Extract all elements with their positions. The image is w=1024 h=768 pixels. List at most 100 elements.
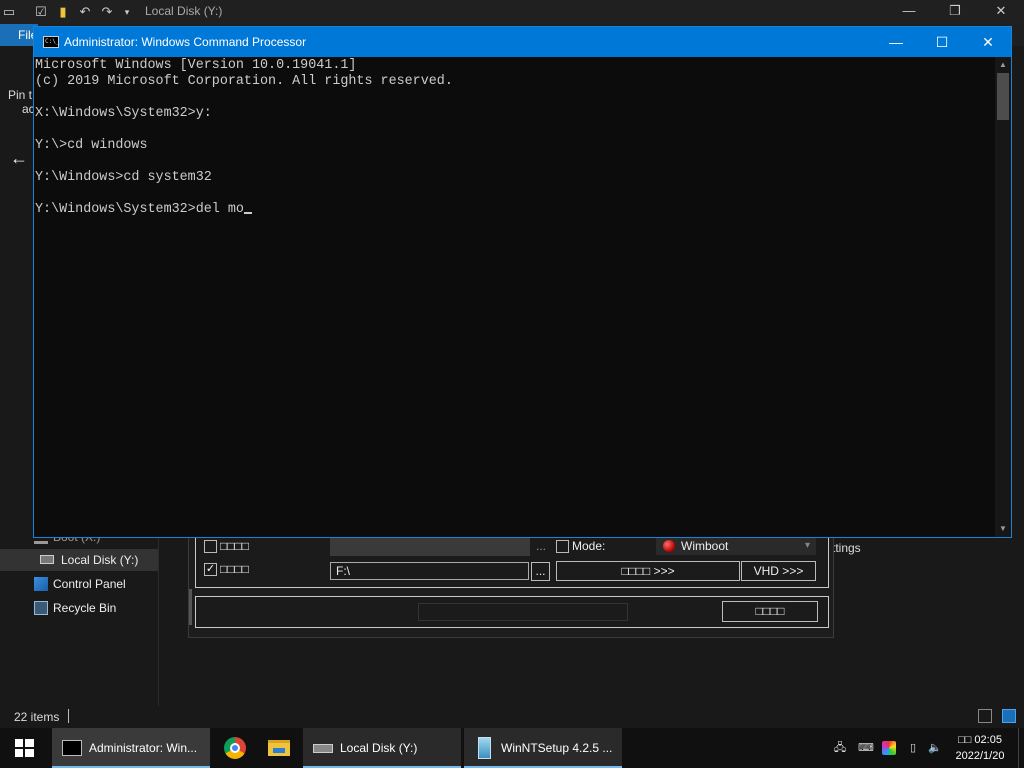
- setup-footer-group: □□□□: [195, 596, 829, 628]
- nav-item-label: Recycle Bin: [53, 601, 117, 615]
- cmd-close-button[interactable]: ✕: [965, 27, 1011, 57]
- clock-time: □□ 02:05: [958, 734, 1002, 746]
- nav-item-recycle-bin[interactable]: Recycle Bin: [0, 597, 158, 619]
- cmd-minimize-button[interactable]: —: [873, 27, 919, 57]
- console-line: Y:\>cd windows: [35, 138, 148, 153]
- show-desktop-button[interactable]: [1018, 728, 1024, 768]
- taskbar-app-winntsetup[interactable]: WinNTSetup 4.2.5 ...: [464, 728, 622, 768]
- vhd-button[interactable]: VHD >>>: [741, 561, 816, 581]
- option1-path-field: [330, 538, 530, 556]
- scrollbar-thumb[interactable]: [997, 73, 1009, 120]
- pin-to-quick-access-label[interactable]: Pin t ac: [8, 88, 35, 116]
- usb-drive-icon[interactable]: ▯: [906, 741, 920, 755]
- explorer-close-button[interactable]: ✕: [978, 0, 1024, 24]
- windows-logo-pane: [25, 749, 34, 757]
- pane-divider[interactable]: [158, 520, 159, 708]
- taskbar-app-label: Local Disk (Y:): [340, 741, 418, 755]
- console-input-line[interactable]: Y:\Windows\System32>del mo: [35, 202, 252, 218]
- mode-value: Wimboot: [681, 539, 729, 553]
- nav-item-label: Control Panel: [53, 577, 126, 591]
- cmd-icon[interactable]: C:\_: [43, 36, 59, 48]
- scroll-up-arrow-icon[interactable]: ▲: [995, 57, 1011, 73]
- item-count: 22 items: [14, 710, 60, 724]
- console-output[interactable]: Microsoft Windows [Version 10.0.19041.1]…: [34, 57, 995, 537]
- network-icon[interactable]: 🖧: [833, 741, 847, 755]
- nav-item-label: Local Disk (Y:): [61, 553, 139, 567]
- scroll-down-arrow-icon[interactable]: ▼: [995, 521, 1011, 537]
- keyboard-icon[interactable]: ⌨: [858, 741, 874, 755]
- option1-label: □□□□: [220, 539, 249, 553]
- taskbar: Administrator: Win... Local Disk (Y:) Wi…: [0, 728, 1024, 768]
- undo-icon[interactable]: ↶: [77, 4, 93, 20]
- system-clock[interactable]: □□ 02:05 2022/1/20: [950, 732, 1010, 764]
- color-app-icon[interactable]: [882, 741, 896, 755]
- option1-browse-button[interactable]: ...: [532, 538, 550, 556]
- settings-text-fragment: ttings: [832, 541, 861, 555]
- folder-icon-band: [273, 748, 285, 753]
- text-cursor: [243, 212, 252, 214]
- nav-item-local-disk-y[interactable]: Local Disk (Y:): [0, 549, 158, 571]
- taskbar-app-local-disk[interactable]: Local Disk (Y:): [303, 728, 461, 768]
- console-current-command: Y:\Windows\System32>del mo: [35, 202, 244, 217]
- cmd-maximize-button[interactable]: ☐: [919, 27, 965, 57]
- mode-dropdown[interactable]: Wimboot ▾: [656, 537, 816, 555]
- progress-bar: [418, 603, 628, 621]
- mode-label: Mode:: [572, 539, 606, 553]
- tweaks-button[interactable]: □□□□ >>>: [556, 561, 740, 581]
- taskbar-app-label: Administrator: Win...: [89, 741, 198, 755]
- windows-logo-pane: [25, 739, 34, 747]
- drive-icon: [313, 744, 333, 753]
- chevron-down-icon: ▾: [804, 540, 810, 551]
- new-folder-icon[interactable]: ▮: [55, 4, 71, 20]
- chrome-icon-center: [230, 743, 240, 753]
- status-separator: [68, 709, 69, 723]
- winntsetup-icon: [478, 737, 491, 759]
- details-view-icon[interactable]: [978, 709, 992, 723]
- cmd-title: Administrator: Windows Command Processor: [64, 35, 307, 49]
- control-panel-icon: [34, 577, 48, 591]
- taskbar-app-cmd[interactable]: Administrator: Win...: [52, 728, 210, 768]
- taskbar-chrome[interactable]: [212, 728, 258, 768]
- option2-path-field[interactable]: F:\: [330, 562, 529, 580]
- windows-logo-icon: [15, 739, 23, 747]
- start-button[interactable]: [0, 728, 48, 768]
- command-prompt-window[interactable]: C:\_ Administrator: Windows Command Proc…: [33, 26, 1012, 538]
- navigation-pane: Boot (X:) Local Disk (Y:) Control Panel …: [0, 520, 158, 708]
- cmd-icon: [62, 740, 82, 756]
- explorer-restore-button[interactable]: ❐: [932, 0, 978, 24]
- cmd-titlebar[interactable]: C:\_ Administrator: Windows Command Proc…: [34, 27, 1011, 57]
- speaker-muted-icon[interactable]: 🔈: [928, 741, 942, 755]
- access-text: ac: [22, 102, 35, 116]
- customize-toolbar-icon[interactable]: ▾: [119, 4, 135, 20]
- explorer-titlebar: ▭ ☑ ▮ ↶ ↷ ▾ Local Disk (Y:) — ❐ ✕: [0, 0, 1024, 24]
- console-line: Microsoft Windows [Version 10.0.19041.1]: [35, 58, 357, 73]
- drive-icon: [40, 555, 54, 564]
- console-line: Y:\Windows>cd system32: [35, 170, 212, 185]
- nav-item-control-panel[interactable]: Control Panel: [0, 573, 158, 595]
- explorer-title: Local Disk (Y:): [145, 4, 223, 18]
- large-icons-view-icon[interactable]: [1002, 709, 1016, 723]
- drive-icon: ▭: [2, 4, 16, 19]
- panel-scroll-edge: [189, 589, 192, 625]
- console-line: X:\Windows\System32>y:: [35, 106, 212, 121]
- explorer-minimize-button[interactable]: —: [886, 0, 932, 24]
- option1-checkbox[interactable]: [204, 540, 217, 553]
- wimboot-status-icon: [663, 540, 675, 552]
- back-arrow-icon[interactable]: ←: [10, 148, 28, 169]
- pin-text: Pin t: [8, 88, 33, 102]
- cmd-scrollbar[interactable]: ▲ ▼: [995, 57, 1011, 537]
- console-line: (c) 2019 Microsoft Corporation. All righ…: [35, 74, 453, 89]
- properties-icon[interactable]: ☑: [33, 4, 49, 20]
- redo-icon[interactable]: ↷: [99, 4, 115, 20]
- option2-browse-button[interactable]: ...: [531, 562, 550, 581]
- windows-logo-pane: [15, 749, 23, 757]
- option2-label: □□□□: [220, 562, 249, 576]
- taskbar-app-label: WinNTSetup 4.2.5 ...: [501, 741, 613, 755]
- status-bar: 22 items: [0, 706, 1024, 728]
- setup-button[interactable]: □□□□: [722, 601, 818, 622]
- clock-date: 2022/1/20: [955, 750, 1005, 762]
- option2-checkbox[interactable]: ✓: [204, 563, 217, 576]
- taskbar-file-explorer[interactable]: [256, 728, 302, 768]
- recycle-bin-icon: [34, 601, 48, 615]
- mode-checkbox[interactable]: [556, 540, 569, 553]
